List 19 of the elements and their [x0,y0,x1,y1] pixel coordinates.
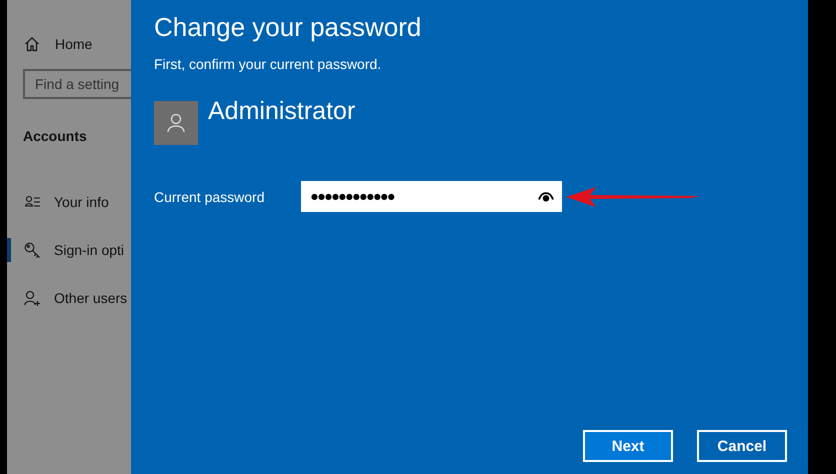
sidebar-item[interactable]: Sign-in opti [7,226,131,274]
next-button[interactable]: Next [583,430,673,462]
sidebar-item[interactable]: Your info [7,178,131,226]
search-field[interactable]: Find a setting [23,69,131,99]
user-name: Administrator [208,97,356,126]
dialog-title: Change your password [154,12,422,43]
dialog-subtitle: First, confirm your current password. [154,56,382,72]
cancel-button[interactable]: Cancel [697,430,787,462]
section-heading: Accounts [23,128,88,144]
person-list-icon [24,195,40,209]
field-label: Current password [154,188,266,204]
key-icon [24,242,41,258]
reveal-eye-icon[interactable] [538,192,554,202]
add-user-icon [24,290,41,306]
home-link[interactable]: Home [24,36,131,52]
home-icon [24,36,40,52]
avatar-icon [154,101,198,145]
password-field[interactable]: ●●●●●●●●●●●● [301,181,562,212]
sidebar-item[interactable]: Other users [7,274,131,322]
